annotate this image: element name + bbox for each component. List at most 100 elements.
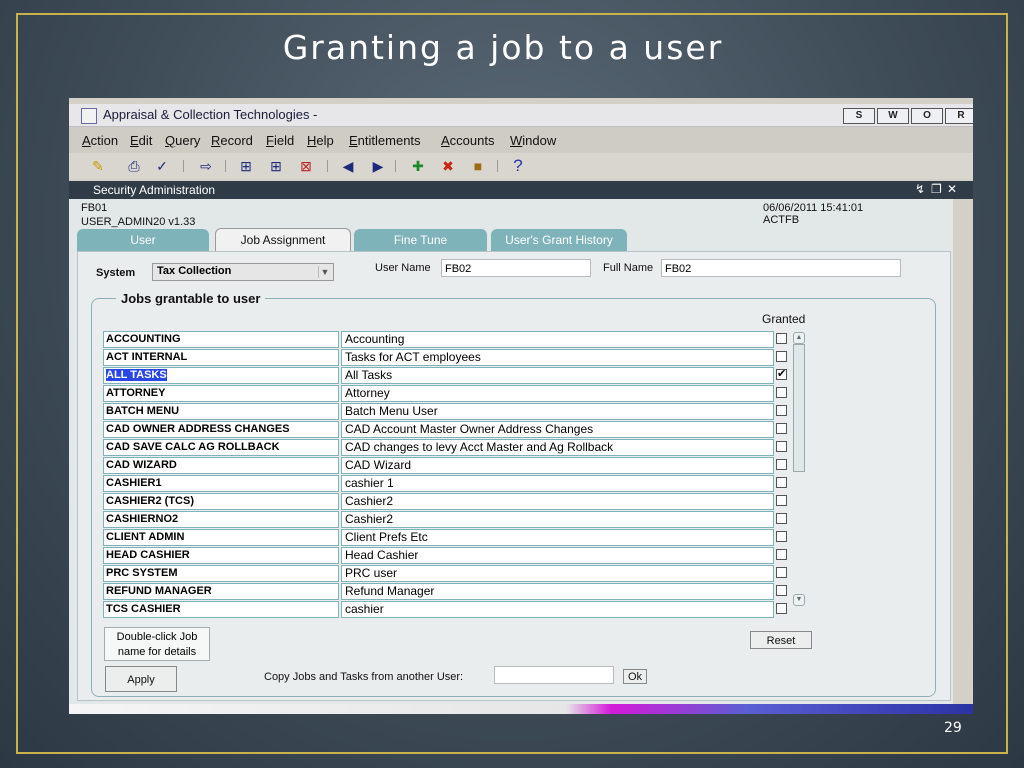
job-desc-cell[interactable]: Client Prefs Etc — [341, 529, 774, 546]
job-desc-cell[interactable]: Cashier2 — [341, 511, 774, 528]
job-row[interactable]: ATTORNEY Attorney — [103, 385, 787, 402]
scroll-down-icon[interactable]: ▼ — [793, 594, 805, 606]
job-desc-cell[interactable]: Head Cashier — [341, 547, 774, 564]
job-desc-cell[interactable]: Attorney — [341, 385, 774, 402]
granted-checkbox[interactable] — [776, 351, 787, 362]
restore-icon[interactable]: ❐ — [931, 182, 942, 196]
job-row[interactable]: TCS CASHIER cashier — [103, 601, 787, 618]
folder-icon[interactable]: ✎ — [89, 157, 107, 175]
job-list-scrollbar[interactable]: ▲ ▼ — [793, 332, 805, 606]
job-desc-cell[interactable]: All Tasks — [341, 367, 774, 384]
job-name-cell[interactable]: CASHIERNO2 — [103, 511, 339, 528]
job-name-cell[interactable]: CAD SAVE CALC AG ROLLBACK — [103, 439, 339, 456]
granted-checkbox[interactable] — [776, 387, 787, 398]
granted-checkbox[interactable] — [776, 423, 787, 434]
tab-grant-history[interactable]: User's Grant History — [491, 229, 627, 251]
job-desc-cell[interactable]: cashier — [341, 601, 774, 618]
menu-action[interactable]: Action — [82, 133, 118, 148]
job-desc-cell[interactable]: Tasks for ACT employees — [341, 349, 774, 366]
job-row[interactable]: CLIENT ADMIN Client Prefs Etc — [103, 529, 787, 546]
job-name-cell[interactable]: CAD WIZARD — [103, 457, 339, 474]
granted-checkbox[interactable] — [776, 585, 787, 596]
job-name-cell[interactable]: CASHIER2 (TCS) — [103, 493, 339, 510]
job-desc-cell[interactable]: Cashier2 — [341, 493, 774, 510]
query-icon[interactable]: ⊞ — [237, 157, 255, 175]
granted-checkbox[interactable] — [776, 441, 787, 452]
job-desc-cell[interactable]: Batch Menu User — [341, 403, 774, 420]
minimize-icon[interactable]: ↯ — [915, 182, 925, 196]
job-name-cell[interactable]: CASHIER1 — [103, 475, 339, 492]
window-button-o[interactable]: O — [911, 108, 943, 124]
job-row[interactable]: ACCOUNTING Accounting — [103, 331, 787, 348]
menu-record[interactable]: Record — [211, 133, 253, 148]
print-icon[interactable]: ⎙ — [125, 157, 143, 175]
granted-checkbox[interactable] — [776, 513, 787, 524]
granted-checkbox[interactable] — [776, 333, 787, 344]
lock-icon[interactable]: ■ — [469, 157, 487, 175]
job-row[interactable]: CAD OWNER ADDRESS CHANGES CAD Account Mas… — [103, 421, 787, 438]
granted-checkbox[interactable] — [776, 477, 787, 488]
tab-job-assignment[interactable]: Job Assignment — [215, 228, 351, 253]
next-icon[interactable]: ▶ — [369, 157, 387, 175]
menu-field[interactable]: Field — [266, 133, 294, 148]
menu-help[interactable]: Help — [307, 133, 334, 148]
granted-checkbox[interactable] — [776, 567, 787, 578]
job-desc-cell[interactable]: CAD Wizard — [341, 457, 774, 474]
menu-window[interactable]: Window — [510, 133, 556, 148]
job-row[interactable]: ALL TASKS All Tasks ✔ — [103, 367, 787, 384]
help-icon[interactable]: ? — [509, 157, 527, 175]
job-row[interactable]: PRC SYSTEM PRC user — [103, 565, 787, 582]
job-row[interactable]: ACT INTERNAL Tasks for ACT employees — [103, 349, 787, 366]
delete-icon[interactable]: ✖ — [439, 157, 457, 175]
job-name-cell[interactable]: CAD OWNER ADDRESS CHANGES — [103, 421, 339, 438]
menu-accounts[interactable]: Accounts — [441, 133, 494, 148]
job-name-cell[interactable]: HEAD CASHIER — [103, 547, 339, 564]
menu-query[interactable]: Query — [165, 133, 200, 148]
job-desc-cell[interactable]: PRC user — [341, 565, 774, 582]
reset-button[interactable]: Reset — [750, 631, 812, 649]
job-row[interactable]: CAD WIZARD CAD Wizard — [103, 457, 787, 474]
job-row[interactable]: HEAD CASHIER Head Cashier — [103, 547, 787, 564]
granted-checkbox[interactable] — [776, 603, 787, 614]
job-row[interactable]: CASHIER2 (TCS) Cashier2 — [103, 493, 787, 510]
close-icon[interactable]: ✕ — [947, 182, 957, 196]
granted-checkbox[interactable] — [776, 495, 787, 506]
exit-icon[interactable]: ⇨ — [197, 157, 215, 175]
ok-button[interactable]: Ok — [623, 669, 647, 684]
job-name-cell[interactable]: ACT INTERNAL — [103, 349, 339, 366]
user-name-field[interactable]: FB02 — [441, 259, 591, 277]
job-name-cell[interactable]: TCS CASHIER — [103, 601, 339, 618]
scroll-thumb[interactable] — [793, 344, 805, 472]
menu-entitlements[interactable]: Entitlements — [349, 133, 421, 148]
job-row[interactable]: REFUND MANAGER Refund Manager — [103, 583, 787, 600]
save-icon[interactable]: ✓ — [153, 157, 171, 175]
tab-fine-tune[interactable]: Fine Tune — [354, 229, 487, 251]
job-row[interactable]: CASHIER1 cashier 1 — [103, 475, 787, 492]
system-select[interactable]: Tax Collection ▼ — [152, 263, 334, 281]
job-name-cell[interactable]: PRC SYSTEM — [103, 565, 339, 582]
job-row[interactable]: CASHIERNO2 Cashier2 — [103, 511, 787, 528]
job-name-cell[interactable]: ALL TASKS — [103, 367, 339, 384]
job-desc-cell[interactable]: CAD Account Master Owner Address Changes — [341, 421, 774, 438]
full-name-field[interactable]: FB02 — [661, 259, 901, 277]
job-desc-cell[interactable]: Accounting — [341, 331, 774, 348]
granted-checkbox[interactable] — [776, 531, 787, 542]
window-button-s[interactable]: S — [843, 108, 875, 124]
job-name-cell[interactable]: CLIENT ADMIN — [103, 529, 339, 546]
job-row[interactable]: BATCH MENU Batch Menu User — [103, 403, 787, 420]
granted-checkbox[interactable] — [776, 549, 787, 560]
prev-icon[interactable]: ◀ — [339, 157, 357, 175]
menu-edit[interactable]: Edit — [130, 133, 152, 148]
granted-checkbox[interactable] — [776, 459, 787, 470]
job-name-cell[interactable]: BATCH MENU — [103, 403, 339, 420]
apply-button[interactable]: Apply — [105, 666, 177, 692]
job-desc-cell[interactable]: CAD changes to levy Acct Master and Ag R… — [341, 439, 774, 456]
query-execute-icon[interactable]: ⊞ — [267, 157, 285, 175]
job-name-cell[interactable]: ACCOUNTING — [103, 331, 339, 348]
granted-checkbox[interactable]: ✔ — [776, 369, 787, 380]
job-desc-cell[interactable]: Refund Manager — [341, 583, 774, 600]
scroll-up-icon[interactable]: ▲ — [793, 332, 805, 344]
copy-user-field[interactable] — [494, 666, 614, 684]
job-row[interactable]: CAD SAVE CALC AG ROLLBACK CAD changes to … — [103, 439, 787, 456]
query-cancel-icon[interactable]: ⊠ — [297, 157, 315, 175]
